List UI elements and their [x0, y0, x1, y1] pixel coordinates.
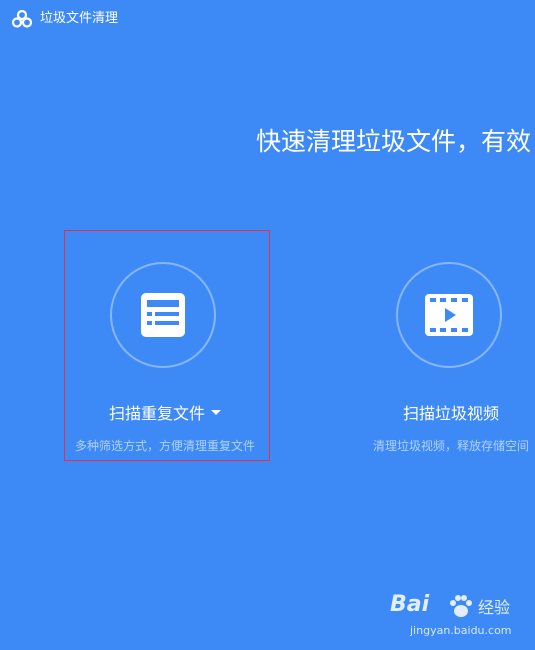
baidu-jingyan-watermark: Bai 经验 jingyan.baidu.com	[390, 592, 530, 642]
video-film-icon	[425, 294, 473, 336]
watermark-url: jingyan.baidu.com	[410, 624, 512, 637]
app-title: 垃圾文件清理	[40, 11, 119, 26]
scan-junk-videos-description: 清理垃圾视频，释放存储空间	[372, 439, 529, 453]
title-bar: 垃圾文件清理	[0, 0, 535, 38]
scan-junk-videos-card[interactable]: 扫描垃圾视频 清理垃圾视频，释放存储空间	[341, 262, 535, 462]
selection-highlight-box	[64, 230, 270, 461]
watermark-brand: Bai	[390, 592, 430, 617]
watermark-brand-suffix: 经验	[478, 598, 511, 617]
page-headline: 快速清理垃圾文件，有效	[256, 127, 532, 156]
paw-icon	[450, 595, 472, 617]
scan-junk-videos-label[interactable]: 扫描垃圾视频	[341, 403, 535, 425]
cloud-logo-icon	[12, 10, 32, 28]
scan-junk-videos-button[interactable]	[396, 262, 502, 368]
